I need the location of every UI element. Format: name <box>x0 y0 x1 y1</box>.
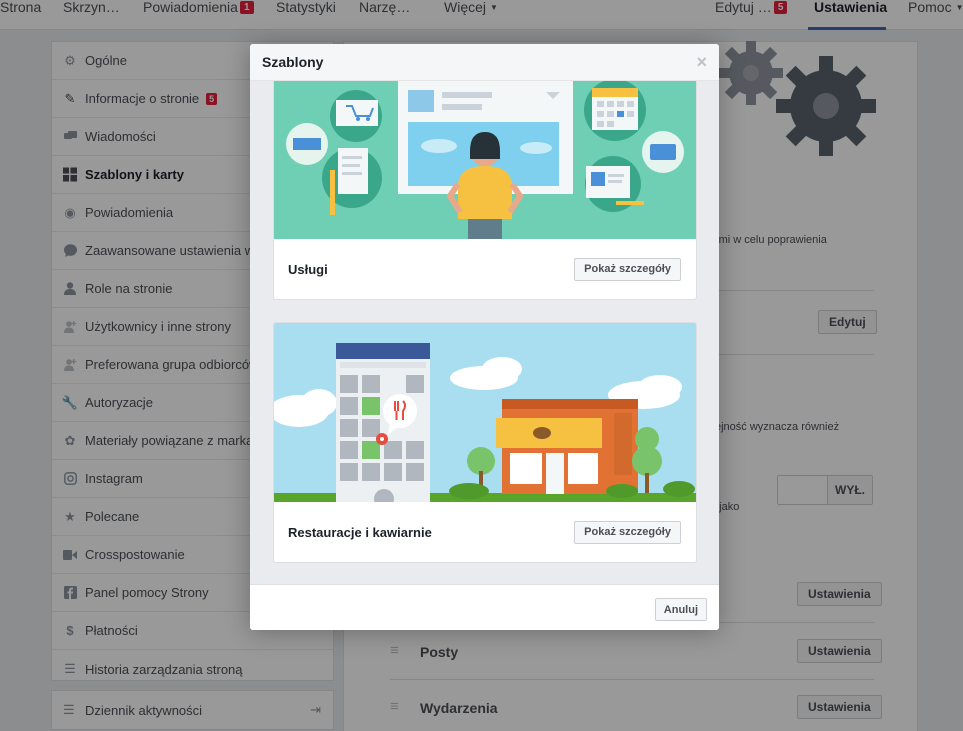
services-illustration <box>274 81 696 239</box>
card-footer: Restauracje i kawiarnie Pokaż szczegóły <box>274 502 696 562</box>
template-card-services: Usługi Pokaż szczegóły <box>273 81 697 300</box>
cancel-button[interactable]: Anuluj <box>654 598 707 621</box>
show-details-button[interactable]: Pokaż szczegóły <box>574 520 681 544</box>
dialog-footer: Anuluj <box>250 584 719 630</box>
close-icon[interactable]: × <box>696 53 707 71</box>
card-title: Usługi <box>288 261 328 277</box>
dialog-body[interactable]: Usługi Pokaż szczegóły Restauracje i kaw… <box>250 81 719 584</box>
dialog-title: Szablony <box>262 54 324 70</box>
dialog-header: Szablony × <box>250 44 719 81</box>
templates-dialog: Szablony × Usługi Pokaż szczegóły Restau… <box>250 44 719 630</box>
card-title: Restauracje i kawiarnie <box>288 524 432 540</box>
restaurants-illustration <box>274 323 696 502</box>
template-card-restaurants: Restauracje i kawiarnie Pokaż szczegóły <box>273 322 697 563</box>
show-details-button[interactable]: Pokaż szczegóły <box>574 257 681 281</box>
card-footer: Usługi Pokaż szczegóły <box>274 239 696 299</box>
